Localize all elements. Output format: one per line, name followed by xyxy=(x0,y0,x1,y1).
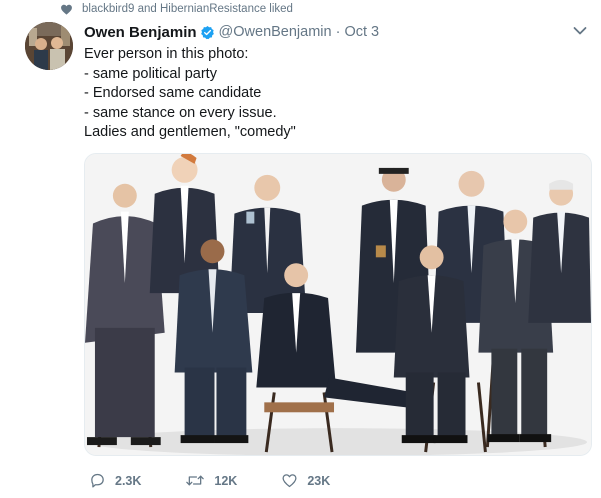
reply-icon xyxy=(91,473,104,488)
tweet-photo[interactable] xyxy=(84,153,592,456)
retweet-count: 12K xyxy=(214,473,238,488)
handle[interactable]: @OwenBenjamin xyxy=(219,24,332,40)
tweet-text-line: - Endorsed same candidate xyxy=(84,85,262,101)
tweet-text-line: - same stance on every issue. xyxy=(84,104,277,121)
retweet-icon xyxy=(186,475,205,486)
chevron-down-icon[interactable] xyxy=(573,26,587,36)
retweet-button[interactable]: 12K xyxy=(185,472,237,489)
heart-icon xyxy=(61,4,72,15)
heart-outline-icon xyxy=(282,474,297,488)
display-name[interactable]: Owen Benjamin xyxy=(84,24,197,41)
like-button[interactable]: 23K xyxy=(281,472,330,489)
social-context[interactable]: blackbird9 and HibernianResistance liked xyxy=(60,2,293,16)
reply-button[interactable]: 2.3K xyxy=(89,472,141,489)
separator-dot: · xyxy=(335,24,341,40)
social-context-text: blackbird9 and HibernianResistance liked xyxy=(82,3,293,15)
avatar[interactable] xyxy=(25,22,73,70)
reply-count: 2.3K xyxy=(115,473,142,488)
tweet-text: Ever person in this photo: - same politi… xyxy=(84,45,584,143)
tweet-actions: 2.3K 12K 23K xyxy=(89,472,374,489)
like-count: 23K xyxy=(307,473,331,488)
timestamp[interactable]: Oct 3 xyxy=(344,24,379,40)
tweet-header: Owen Benjamin @OwenBenjamin · Oct 3 xyxy=(84,22,379,42)
tweet-text-line: - same political party xyxy=(84,65,217,82)
tweet-text-line: Ladies and gentlemen, "comedy" xyxy=(84,124,296,140)
verified-badge-icon xyxy=(200,25,214,39)
tweet-text-line: Ever person in this photo: xyxy=(84,46,249,62)
